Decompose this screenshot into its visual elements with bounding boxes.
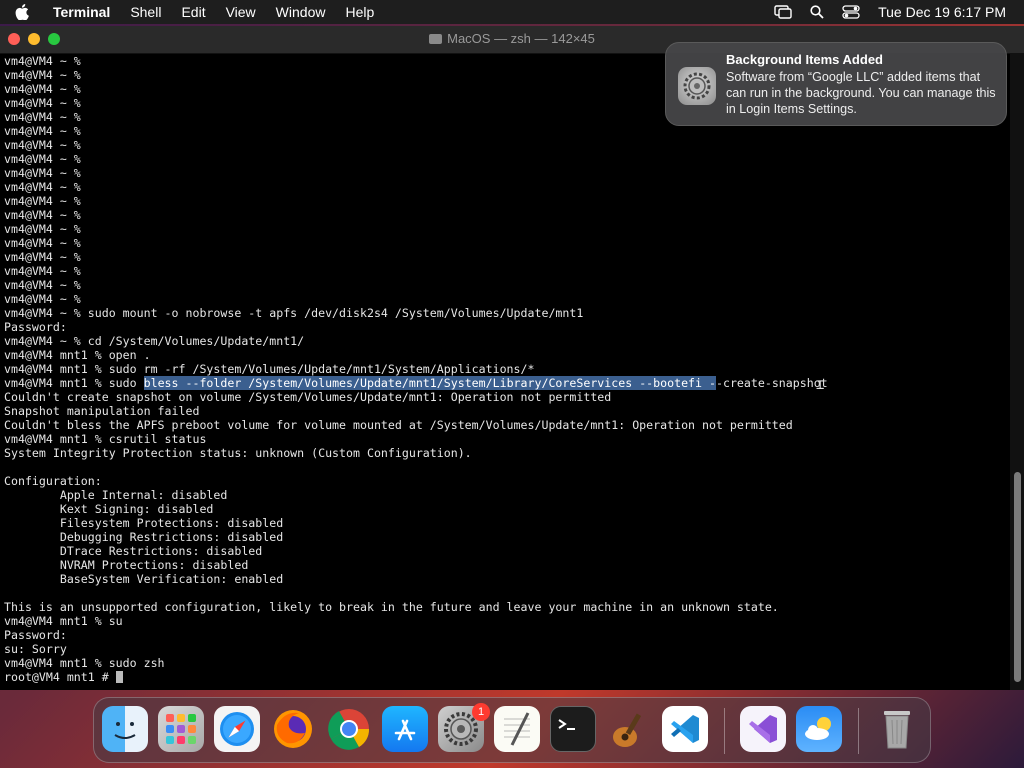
terminal-line: NVRAM Protections: disabled [4,558,249,572]
safari-icon[interactable] [214,706,260,752]
scrollbar-thumb[interactable] [1014,472,1021,682]
spotlight-search-icon[interactable] [810,5,824,19]
notification-body: Software from “Google LLC” added items t… [726,70,996,116]
terminal-line: Couldn't bless the APFS preboot volume f… [4,418,793,432]
terminal-line: Snapshot manipulation failed [4,404,200,418]
dock-separator [724,708,725,754]
terminal-line: vm4@VM4 ~ % [4,180,81,194]
window-title: MacOS — zsh — 142×45 [447,31,595,46]
terminal-line: Password: [4,320,67,334]
terminal-content[interactable]: vm4@VM4 ~ % vm4@VM4 ~ % vm4@VM4 ~ % vm4@… [0,54,1010,690]
terminal-line: vm4@VM4 ~ % [4,208,81,222]
terminal-line: Filesystem Protections: disabled [4,516,284,530]
terminal-line: vm4@VM4 ~ % [4,166,81,180]
menu-help[interactable]: Help [345,4,374,20]
app-store-icon[interactable] [382,706,428,752]
terminal-line: vm4@VM4 ~ % [4,264,81,278]
terminal-line: vm4@VM4 mnt1 % csrutil status [4,432,207,446]
firefox-icon[interactable] [270,706,316,752]
system-settings-gear-icon [678,67,716,105]
terminal-line: vm4@VM4 ~ % [4,278,81,292]
dock: 1 [93,697,931,763]
selected-text[interactable]: bless --folder /System/Volumes/Update/mn… [143,376,716,390]
terminal-line: vm4@VM4 ~ % [4,292,81,306]
textedit-icon[interactable] [494,706,540,752]
notification-title: Background Items Added [726,52,883,67]
bless-suffix: -create-snapshot [715,376,828,390]
menu-bar: Terminal Shell Edit View Window Help Tue… [0,0,1024,24]
terminal-line: Debugging Restrictions: disabled [4,530,284,544]
screen-mirroring-icon[interactable] [774,5,792,19]
terminal-line: Couldn't create snapshot on volume /Syst… [4,390,612,404]
trash-icon[interactable] [874,706,920,752]
text-cursor [115,671,123,683]
background-items-notification[interactable]: Background Items Added Software from “Go… [665,42,1007,126]
terminal-line: vm4@VM4 ~ % [4,152,81,166]
terminal-line: Apple Internal: disabled [4,488,228,502]
terminal-line: vm4@VM4 mnt1 % open . [4,348,151,362]
terminal-line: System Integrity Protection status: unkn… [4,446,472,460]
terminal-line: vm4@VM4 ~ % [4,138,81,152]
terminal-line: Password: [4,628,67,642]
folder-icon [429,34,443,44]
terminal-prompt-line[interactable]: root@VM4 mnt1 # [0,670,1010,684]
terminal-line: vm4@VM4 mnt1 % sudo zsh [4,656,165,670]
dock-separator [858,708,859,754]
terminal-line-bless: vm4@VM4 mnt1 % sudo bless --folder /Syst… [0,376,1010,390]
vscode-icon[interactable] [662,706,708,752]
terminal-line: vm4@VM4 ~ % [4,124,81,138]
menu-app-terminal[interactable]: Terminal [53,4,110,20]
terminal-line: BaseSystem Verification: enabled [4,572,284,586]
menu-window[interactable]: Window [276,4,326,20]
terminal-icon[interactable] [550,706,596,752]
terminal-line: Configuration: [4,474,102,488]
terminal-line: vm4@VM4 ~ % [4,194,81,208]
launchpad-icon[interactable] [158,706,204,752]
garageband-icon[interactable] [606,706,652,752]
terminal-line: vm4@VM4 ~ % [4,250,81,264]
root-prompt: root@VM4 mnt1 # [4,670,116,684]
terminal-line: su: Sorry [4,642,67,656]
notification-badge: 1 [472,703,490,721]
terminal-line: vm4@VM4 ~ % [4,236,81,250]
apple-menu-icon[interactable] [15,4,37,20]
finder-icon[interactable] [102,706,148,752]
ibeam-cursor-icon: ⌶ [816,377,825,393]
menu-edit[interactable]: Edit [181,4,205,20]
menu-clock[interactable]: Tue Dec 19 6:17 PM [878,4,1006,20]
visual-studio-icon[interactable] [740,706,786,752]
terminal-line: vm4@VM4 ~ % sudo mount -o nobrowse -t ap… [4,306,584,320]
terminal-line: vm4@VM4 ~ % cd /System/Volumes/Update/mn… [4,334,305,348]
terminal-line: vm4@VM4 mnt1 % su [4,614,123,628]
system-settings-icon[interactable]: 1 [438,703,490,752]
menu-view[interactable]: View [226,4,256,20]
terminal-line: DTrace Restrictions: disabled [4,544,263,558]
control-center-icon[interactable] [842,5,860,19]
terminal-line: vm4@VM4 ~ % [4,222,81,236]
terminal-line: Kext Signing: disabled [4,502,214,516]
bless-prefix: vm4@VM4 mnt1 % sudo [4,376,144,390]
menu-shell[interactable]: Shell [130,4,161,20]
terminal-line: This is an unsupported configuration, li… [4,600,779,614]
weather-icon[interactable] [796,706,842,752]
terminal-line: vm4@VM4 mnt1 % sudo rm -rf /System/Volum… [4,362,535,376]
chrome-icon[interactable] [326,706,372,752]
